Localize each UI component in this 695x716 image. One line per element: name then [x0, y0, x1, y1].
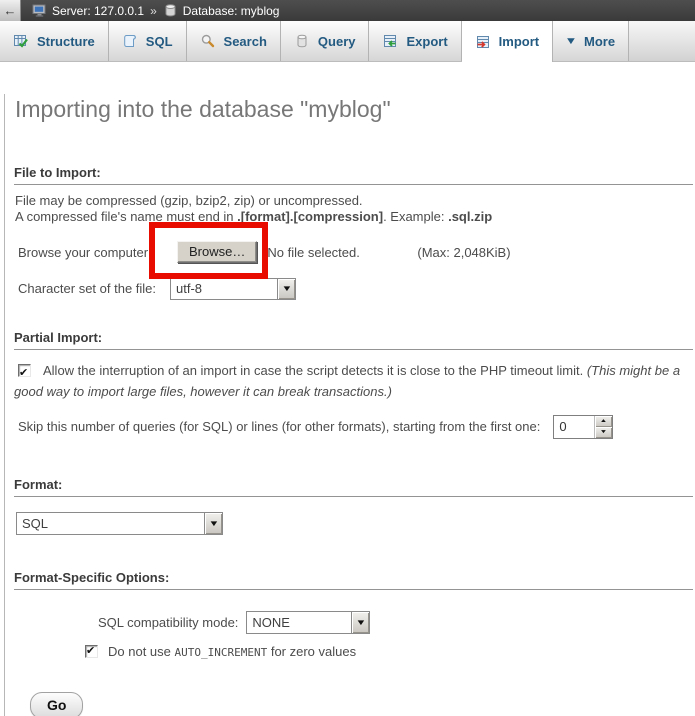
charset-select[interactable]: utf-8 ▼: [170, 278, 296, 300]
tab-search[interactable]: Search: [187, 21, 281, 61]
section-heading-file-to-import: File to Import:: [14, 165, 693, 185]
tab-label: More: [584, 34, 615, 49]
sql-compatibility-label: SQL compatibility mode:: [98, 615, 238, 630]
breadcrumb-bar: ← Server: 127.0.0.1 » Database: myblog: [0, 0, 695, 21]
section-heading-format: Format:: [14, 477, 693, 497]
server-icon: [32, 3, 47, 18]
up-arrow-icon: ▲: [600, 418, 608, 424]
tab-export[interactable]: Export: [369, 21, 461, 61]
tab-bar: Structure SQL Search: [0, 21, 695, 62]
phpmyadmin-import-page: ← Server: 127.0.0.1 » Database: myblog: [0, 0, 695, 716]
back-arrow-icon: ←: [4, 3, 17, 18]
export-icon: [382, 33, 398, 49]
section-heading-partial-import: Partial Import:: [14, 330, 693, 350]
spinner-up-button[interactable]: ▲: [595, 416, 612, 427]
tab-label: Search: [224, 34, 267, 49]
auto-increment-row: ✔ Do not use AUTO_INCREMENT for zero val…: [14, 643, 693, 659]
database-icon: [163, 3, 178, 18]
auto-increment-code: AUTO_INCREMENT: [175, 646, 268, 659]
chevron-down-icon[interactable]: ▼: [277, 279, 295, 299]
breadcrumb-server-link[interactable]: Server: 127.0.0.1: [52, 4, 144, 18]
sql-compatibility-selected-value: NONE: [247, 612, 351, 633]
tab-label: Query: [318, 34, 356, 49]
tab-structure[interactable]: Structure: [0, 21, 109, 61]
allow-interruption-checkbox[interactable]: ✔: [18, 364, 31, 377]
file-import-help-text: File may be compressed (gzip, bzip2, zip…: [15, 193, 693, 225]
format-select-row: SQL ▼: [14, 512, 693, 535]
search-icon: [200, 33, 216, 49]
tab-sql[interactable]: SQL: [109, 21, 187, 61]
allow-interruption-row: ✔ Allow the interruption of an import in …: [14, 360, 682, 402]
tab-query[interactable]: Query: [281, 21, 370, 61]
back-button[interactable]: ←: [0, 0, 21, 21]
go-button[interactable]: Go: [30, 692, 83, 716]
format-selected-value: SQL: [17, 513, 204, 534]
skip-queries-row: Skip this number of queries (for SQL) or…: [14, 414, 693, 439]
sql-icon: [122, 33, 138, 49]
filename-rule-mid: . Example:: [383, 209, 448, 224]
charset-row: Character set of the file: utf-8 ▼: [14, 277, 693, 300]
charset-label: Character set of the file:: [18, 281, 170, 296]
tab-label: Structure: [37, 34, 95, 49]
structure-icon: [13, 33, 29, 49]
browse-row: Browse your computer: Browse… No file se…: [14, 240, 693, 264]
skip-queries-input[interactable]: 0 ▲ ▼: [553, 415, 613, 439]
skip-queries-label: Skip this number of queries (for SQL) or…: [18, 419, 540, 434]
down-arrow-icon: ▼: [600, 429, 608, 435]
page-title: Importing into the database "myblog": [15, 94, 693, 124]
spinner-down-button[interactable]: ▼: [595, 427, 612, 438]
check-icon: ✔: [86, 644, 95, 657]
charset-selected-value: utf-8: [171, 279, 277, 299]
compression-line: File may be compressed (gzip, bzip2, zip…: [15, 193, 363, 208]
chevron-down-icon: ▼: [565, 36, 578, 47]
tab-label: Import: [499, 34, 539, 49]
check-icon: ✔: [19, 363, 28, 384]
browse-label: Browse your computer:: [18, 245, 163, 260]
filename-rule-pattern: .[format].[compression]: [237, 209, 383, 224]
skip-queries-value: 0: [554, 416, 594, 438]
chevron-down-icon[interactable]: ▼: [204, 513, 222, 534]
section-heading-format-specific-options: Format-Specific Options:: [14, 570, 693, 590]
filename-rule-example: .sql.zip: [448, 209, 492, 224]
main-content: Importing into the database "myblog" Fil…: [4, 94, 695, 716]
format-select[interactable]: SQL ▼: [16, 512, 223, 535]
max-size-text: (Max: 2,048KiB): [417, 245, 510, 260]
tab-label: Export: [406, 34, 447, 49]
allow-interruption-text: Allow the interruption of an import in c…: [43, 363, 587, 378]
query-icon: [294, 33, 310, 49]
tab-label: SQL: [146, 34, 173, 49]
sql-compatibility-select[interactable]: NONE ▼: [246, 611, 370, 634]
browse-button[interactable]: Browse…: [177, 241, 257, 263]
auto-increment-label: Do not use AUTO_INCREMENT for zero value…: [108, 644, 356, 659]
breadcrumb-separator: »: [149, 4, 158, 18]
breadcrumb-database-link[interactable]: Database: myblog: [183, 4, 280, 18]
no-file-selected-text: No file selected.: [267, 245, 417, 260]
tab-more[interactable]: ▼ More: [553, 21, 629, 61]
sql-compatibility-row: SQL compatibility mode: NONE ▼: [14, 611, 693, 634]
import-icon: [475, 34, 491, 50]
spinner-buttons: ▲ ▼: [594, 416, 612, 438]
filename-rule-prefix: A compressed file's name must end in: [15, 209, 237, 224]
chevron-down-icon[interactable]: ▼: [351, 612, 369, 633]
tab-import[interactable]: Import: [462, 21, 553, 62]
auto-increment-checkbox[interactable]: ✔: [85, 645, 98, 658]
